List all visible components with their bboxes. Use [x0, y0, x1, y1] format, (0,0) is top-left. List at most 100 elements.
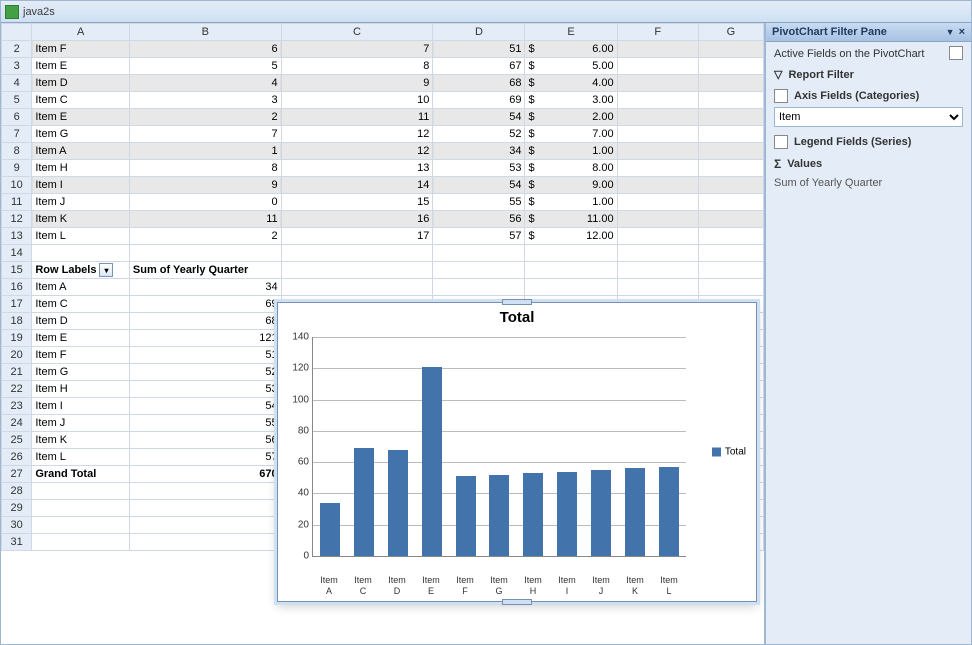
- row-header[interactable]: 15: [2, 262, 32, 279]
- cell[interactable]: $12.00: [525, 228, 617, 245]
- cell[interactable]: 2: [129, 228, 281, 245]
- cell[interactable]: [617, 126, 698, 143]
- cell[interactable]: [617, 245, 698, 262]
- cell[interactable]: [525, 279, 617, 296]
- cell[interactable]: [698, 41, 763, 58]
- cell[interactable]: $8.00: [525, 160, 617, 177]
- grand-total-label[interactable]: Grand Total: [32, 466, 130, 483]
- cell[interactable]: [281, 245, 433, 262]
- cell[interactable]: [32, 517, 130, 534]
- chart-bar[interactable]: [456, 476, 476, 556]
- cell[interactable]: [433, 262, 525, 279]
- cell[interactable]: [698, 75, 763, 92]
- pivot-row-labels-header[interactable]: Row Labels▾: [32, 262, 130, 279]
- chart-bar[interactable]: [591, 470, 611, 556]
- cell[interactable]: 6: [129, 41, 281, 58]
- cell[interactable]: [281, 262, 433, 279]
- row-header[interactable]: 21: [2, 364, 32, 381]
- row-header[interactable]: 24: [2, 415, 32, 432]
- cell[interactable]: [617, 194, 698, 211]
- cell[interactable]: 55: [129, 415, 281, 432]
- row-header[interactable]: 26: [2, 449, 32, 466]
- cell[interactable]: 12: [281, 143, 433, 160]
- cell[interactable]: Item E: [32, 330, 130, 347]
- cell[interactable]: 8: [129, 160, 281, 177]
- cell[interactable]: 51: [129, 347, 281, 364]
- row-header[interactable]: 14: [2, 245, 32, 262]
- cell[interactable]: [698, 143, 763, 160]
- chart-bar[interactable]: [523, 473, 543, 556]
- cell[interactable]: [433, 279, 525, 296]
- cell[interactable]: [617, 75, 698, 92]
- cell[interactable]: 69: [433, 92, 525, 109]
- cell[interactable]: 67: [433, 58, 525, 75]
- cell[interactable]: [617, 211, 698, 228]
- cell[interactable]: Item K: [32, 211, 130, 228]
- cell[interactable]: [525, 245, 617, 262]
- cell[interactable]: $5.00: [525, 58, 617, 75]
- row-header[interactable]: 25: [2, 432, 32, 449]
- row-header[interactable]: 3: [2, 58, 32, 75]
- row-header[interactable]: 6: [2, 109, 32, 126]
- cell[interactable]: [698, 228, 763, 245]
- cell[interactable]: [698, 262, 763, 279]
- cell[interactable]: [617, 228, 698, 245]
- cell[interactable]: [617, 41, 698, 58]
- row-header[interactable]: 27: [2, 466, 32, 483]
- row-header[interactable]: 29: [2, 500, 32, 517]
- cell[interactable]: 16: [281, 211, 433, 228]
- cell[interactable]: 9: [281, 75, 433, 92]
- cell[interactable]: $1.00: [525, 194, 617, 211]
- cell[interactable]: Item E: [32, 58, 130, 75]
- cell[interactable]: Item E: [32, 109, 130, 126]
- cell[interactable]: 0: [129, 194, 281, 211]
- row-header[interactable]: 30: [2, 517, 32, 534]
- chart-bar[interactable]: [625, 468, 645, 556]
- cell[interactable]: [129, 534, 281, 551]
- cell[interactable]: 8: [281, 58, 433, 75]
- cell[interactable]: [129, 245, 281, 262]
- cell[interactable]: [698, 194, 763, 211]
- row-header[interactable]: 19: [2, 330, 32, 347]
- cell[interactable]: $1.00: [525, 143, 617, 160]
- cell[interactable]: [617, 109, 698, 126]
- cell[interactable]: 53: [433, 160, 525, 177]
- cell[interactable]: Item J: [32, 194, 130, 211]
- cell[interactable]: [129, 517, 281, 534]
- spreadsheet[interactable]: ABCDEFG2Item F6751$6.003Item E5867$5.004…: [1, 23, 765, 644]
- cell[interactable]: 57: [433, 228, 525, 245]
- cell[interactable]: 7: [281, 41, 433, 58]
- pane-close-icon[interactable]: ×: [959, 26, 965, 38]
- cell[interactable]: [129, 500, 281, 517]
- cell[interactable]: 34: [433, 143, 525, 160]
- col-header[interactable]: F: [617, 24, 698, 41]
- cell[interactable]: 4: [129, 75, 281, 92]
- cell[interactable]: [617, 177, 698, 194]
- chart-bar[interactable]: [422, 367, 442, 556]
- cell[interactable]: 68: [129, 313, 281, 330]
- cell[interactable]: 17: [281, 228, 433, 245]
- col-header[interactable]: B: [129, 24, 281, 41]
- cell[interactable]: 56: [433, 211, 525, 228]
- chart-bar[interactable]: [354, 448, 374, 556]
- cell[interactable]: 7: [129, 126, 281, 143]
- row-header[interactable]: 11: [2, 194, 32, 211]
- cell[interactable]: Item A: [32, 143, 130, 160]
- cell[interactable]: Item A: [32, 279, 130, 296]
- cell[interactable]: Item J: [32, 415, 130, 432]
- axis-field-select[interactable]: Item: [774, 107, 963, 127]
- cell[interactable]: 11: [281, 109, 433, 126]
- cell[interactable]: 57: [129, 449, 281, 466]
- cell[interactable]: [698, 211, 763, 228]
- cell[interactable]: [433, 245, 525, 262]
- cell[interactable]: Item G: [32, 364, 130, 381]
- cell[interactable]: [698, 160, 763, 177]
- cell[interactable]: [617, 262, 698, 279]
- chart-bar[interactable]: [320, 503, 340, 556]
- cell[interactable]: Item F: [32, 41, 130, 58]
- pivot-chart[interactable]: Total 020406080100120140 ItemAItemCItemD…: [277, 302, 757, 602]
- cell[interactable]: 69: [129, 296, 281, 313]
- chart-bar[interactable]: [388, 450, 408, 556]
- cell[interactable]: 10: [281, 92, 433, 109]
- cell[interactable]: Item K: [32, 432, 130, 449]
